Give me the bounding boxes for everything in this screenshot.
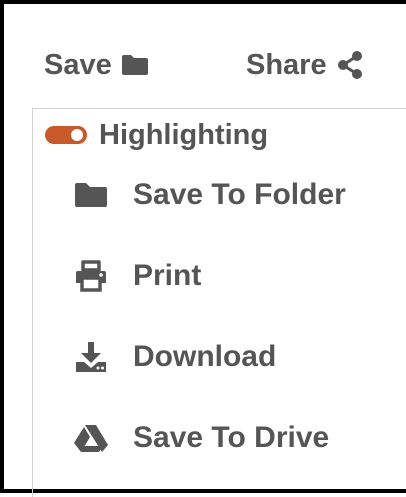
download-item[interactable]: Download xyxy=(73,335,276,379)
toggle-knob xyxy=(71,129,83,141)
save-to-drive-label: Save To Drive xyxy=(133,421,330,454)
download-label: Download xyxy=(133,340,277,373)
highlighting-label: Highlighting xyxy=(99,118,269,151)
save-to-folder-item[interactable]: Save To Folder xyxy=(73,173,346,217)
toolbar: Save Share xyxy=(4,4,406,108)
drive-icon xyxy=(73,420,109,456)
save-button-label: Save xyxy=(44,48,112,81)
download-icon xyxy=(73,339,109,375)
save-to-folder-label: Save To Folder xyxy=(133,178,346,211)
share-button-label: Share xyxy=(246,48,327,81)
share-button[interactable]: Share xyxy=(246,46,364,84)
folder-icon xyxy=(73,177,109,213)
print-item[interactable]: Print xyxy=(73,254,201,298)
save-button[interactable]: Save xyxy=(44,46,149,84)
print-label: Print xyxy=(133,259,202,292)
save-to-drive-item[interactable]: Save To Drive xyxy=(73,416,329,460)
highlighting-toggle[interactable]: Highlighting xyxy=(45,119,268,151)
printer-icon xyxy=(73,258,109,294)
folder-icon xyxy=(121,54,149,76)
share-icon xyxy=(336,50,364,80)
window-frame: Save Share Highlighting Save To Folder P… xyxy=(0,0,406,497)
save-menu: Highlighting Save To Folder Print Downlo… xyxy=(32,108,406,497)
toggle-switch[interactable] xyxy=(45,126,87,144)
